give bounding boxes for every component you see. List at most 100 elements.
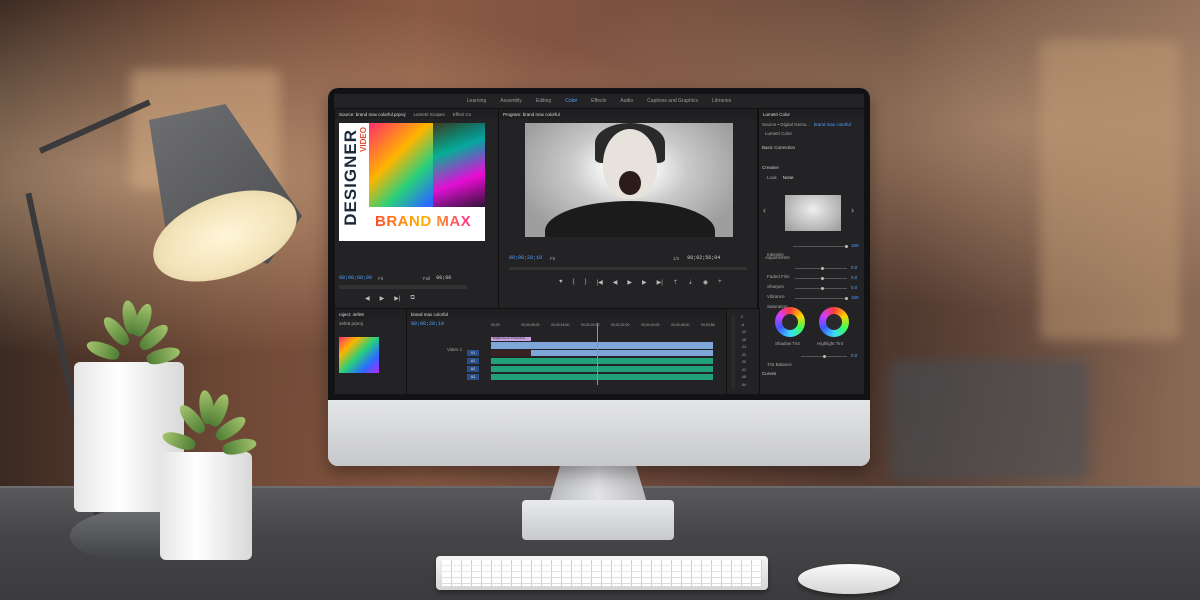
step-forward-icon[interactable]: ▶ — [642, 279, 647, 286]
audio-meter-scale: 0 -6 -12 -18 -24 -30 -36 -42 -48 -54 — [741, 315, 746, 390]
program-timecode[interactable]: 00;00;28;19 — [509, 255, 542, 261]
adjustment-slider[interactable] — [795, 297, 848, 300]
workspace-tab-captions-and-graphics[interactable]: Captions and Graphics — [647, 98, 698, 104]
tab-source[interactable]: Source: brand max colorful.prproj — [339, 112, 406, 117]
poster-title: BRAND MAX — [375, 213, 472, 230]
meter-tick-label: -54 — [741, 382, 747, 387]
tint-balance-label: Tint Balance — [767, 362, 792, 367]
audio-meter-panel: 0 -6 -12 -18 -24 -30 -36 -42 -48 -54 — [726, 308, 760, 394]
audio-clip-a2[interactable] — [491, 366, 713, 372]
video-clip-dark[interactable] — [491, 350, 531, 356]
monitor: Learning Assembly Editing Color Effects Audio… — [328, 88, 870, 466]
look-preview — [785, 195, 841, 231]
add-button-icon[interactable]: + — [718, 279, 722, 286]
meter-tick-label: -24 — [741, 345, 747, 349]
source-scrubber[interactable] — [339, 285, 467, 289]
look-select[interactable]: None — [783, 175, 794, 180]
source-timecode-row: 00;00;00;00 Fit Full 00;00 — [339, 275, 495, 281]
look-next-icon[interactable]: › — [851, 205, 854, 215]
tab-project[interactable]: roject: 4efe8 — [339, 312, 364, 317]
video-clip[interactable] — [491, 342, 713, 349]
program-scale-select[interactable]: 1/2 — [673, 256, 679, 261]
lift-icon[interactable]: ⇡ — [673, 279, 678, 286]
program-monitor-frame — [525, 123, 733, 237]
play-icon[interactable]: ▶ — [627, 279, 632, 286]
program-fit-select[interactable]: Fit — [550, 256, 555, 261]
track-header-a1[interactable]: A1 — [467, 358, 479, 364]
adjustment-value[interactable]: 0.0 — [851, 265, 857, 270]
source-fit-select[interactable]: Fit — [378, 276, 383, 281]
adjustment-slider[interactable] — [795, 287, 847, 290]
playhead[interactable] — [597, 323, 598, 385]
insert-icon[interactable]: ⧉ — [410, 295, 414, 302]
step-back-icon[interactable]: ◀ — [365, 295, 370, 302]
shadow-tint-label: Shadow Tint — [775, 341, 800, 346]
lumetri-title[interactable]: Lumetri Color — [763, 112, 790, 117]
workspace-tab-libraries[interactable]: Libraries — [712, 98, 731, 104]
play-icon[interactable]: ▶ — [380, 295, 385, 302]
adjustment-value[interactable]: 0.0 — [851, 285, 857, 290]
lumetri-source[interactable]: Source • Digital Gems... — [762, 122, 810, 127]
marker-icon[interactable]: ♥ — [559, 279, 563, 286]
tint-balance-value[interactable]: 0.0 — [851, 353, 857, 358]
meter-tick-label: -6 — [741, 322, 745, 327]
track-header-a2[interactable]: A2 — [467, 366, 479, 372]
source-duration: 00;00 — [436, 275, 452, 281]
project-file[interactable]: 4efe8.prproj — [339, 321, 363, 326]
subject-mouth — [619, 171, 641, 195]
out-point-icon[interactable]: } — [585, 279, 587, 286]
workspace-tab-assembly[interactable]: Assembly — [500, 98, 522, 104]
workspace-bar: Learning Assembly Editing Color Effects Audio… — [334, 94, 864, 108]
adjustments-label[interactable]: Adjustments — [765, 255, 790, 260]
project-clip-thumbnail[interactable] — [339, 337, 379, 373]
program-scrubber[interactable] — [509, 267, 747, 270]
go-to-out-icon[interactable]: ▶| — [657, 279, 663, 286]
highlight-tint-wheel[interactable] — [819, 307, 849, 337]
go-to-in-icon[interactable]: |◀ — [597, 279, 603, 286]
in-point-icon[interactable]: { — [573, 279, 575, 286]
tab-lumetri-scopes[interactable]: Lumetri Scopes — [414, 112, 445, 117]
source-timecode[interactable]: 00;00;00;00 — [339, 275, 372, 281]
ruler-tick-label: 00;00;08;00 — [521, 323, 540, 327]
workspace-tab-editing[interactable]: Editing — [536, 98, 551, 104]
workspace-tab-audio[interactable]: Audio — [620, 98, 633, 104]
timeline-ruler[interactable]: 00;00 00;00;08;00 00;00;16;00 00;00;24;00 00… — [491, 323, 723, 331]
audio-clip-a3[interactable] — [491, 374, 713, 380]
tab-sequence[interactable]: brand max colorful — [411, 312, 448, 317]
step-back-icon[interactable]: ◀ — [613, 279, 618, 286]
lumetri-tabs: Lumetri Color — [759, 109, 864, 119]
adjustment-value[interactable]: 100 — [851, 295, 859, 300]
program-panel-tabs: Program: brand max colorful — [499, 109, 757, 119]
tint-balance-slider[interactable] — [801, 355, 847, 358]
timeline-timecode[interactable]: 00;00;28;19 — [411, 321, 444, 327]
workspace-tab-learning[interactable]: Learning — [467, 98, 486, 104]
source-transport: ◀ ▶ ▶| ⧉ — [365, 295, 415, 302]
source-quality-select[interactable]: Full — [423, 276, 430, 281]
monitor-bezel: Learning Assembly Editing Color Effects Audio… — [328, 88, 870, 400]
adjustment-value[interactable]: 0.0 — [851, 275, 857, 280]
program-title[interactable]: Program: brand max colorful — [503, 112, 560, 117]
intensity-value[interactable]: 100 — [851, 243, 859, 248]
audio-clip-a1[interactable] — [491, 358, 713, 364]
section-basic-correction[interactable]: Basic Correction — [762, 145, 795, 150]
section-curves[interactable]: Curves — [762, 371, 776, 376]
video-clip-2[interactable] — [531, 350, 713, 356]
adjustment-slider[interactable] — [795, 267, 847, 270]
tab-effect-controls[interactable]: Effect Co — [453, 112, 471, 117]
workspace-tab-color[interactable]: Color — [565, 98, 577, 104]
background-shelf — [890, 360, 1090, 480]
step-forward-icon[interactable]: ▶| — [394, 295, 400, 302]
intensity-slider[interactable] — [793, 245, 848, 248]
camera-icon[interactable]: ◉ — [703, 279, 708, 286]
lumetri-clip[interactable]: Lumetri Color — [765, 131, 792, 136]
track-header-a3[interactable]: A3 — [467, 374, 479, 380]
adjustment-slider[interactable] — [795, 277, 847, 280]
workspace-tab-effects[interactable]: Effects — [591, 98, 606, 104]
mouse — [798, 564, 900, 594]
section-creative[interactable]: Creative — [762, 165, 779, 170]
track-header-v1[interactable]: V1 — [467, 350, 479, 356]
extract-icon[interactable]: ⇣ — [688, 279, 693, 286]
lumetri-sequence[interactable]: brand max colorful — [814, 122, 851, 127]
shadow-tint-wheel[interactable] — [775, 307, 805, 337]
look-prev-icon[interactable]: ‹ — [763, 205, 766, 215]
